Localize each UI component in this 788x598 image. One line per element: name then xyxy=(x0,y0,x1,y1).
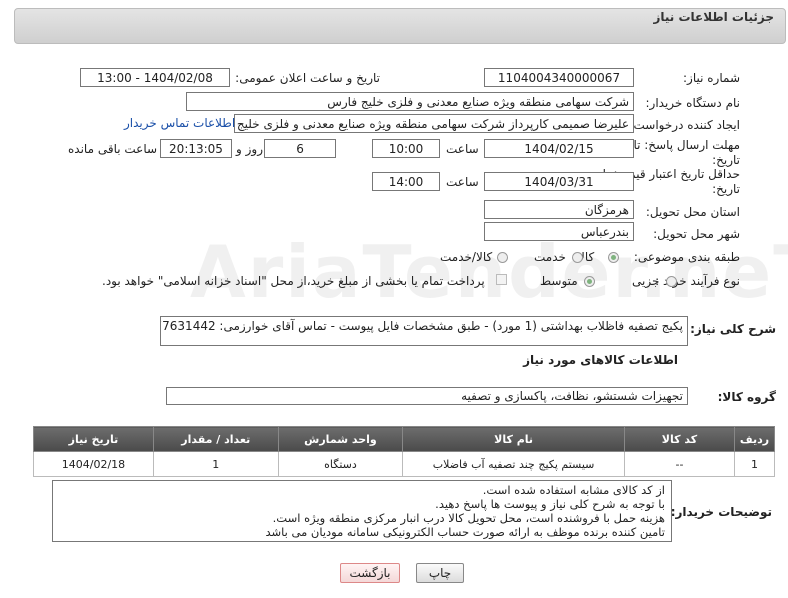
col-date: تاریخ نیاز xyxy=(33,426,154,452)
print-button[interactable]: چاپ xyxy=(416,563,464,583)
category-radio-both[interactable] xyxy=(497,252,508,263)
category-radio-service[interactable] xyxy=(572,252,583,263)
requester-label: ایجاد کننده درخواست: xyxy=(629,118,740,132)
deadline-time-label: ساعت xyxy=(446,142,479,156)
col-qty: تعداد / مقدار xyxy=(152,426,279,452)
announce-label: تاریخ و ساعت اعلان عمومی: xyxy=(235,71,380,85)
col-code: کد کالا xyxy=(623,426,736,452)
buyer-notes-label: توضیحات خریدار: xyxy=(670,505,772,519)
goods-table: ردیف کد کالا نام کالا واحد شمارش تعداد /… xyxy=(33,426,775,477)
process-option-medium: متوسط xyxy=(540,274,578,288)
need-number-label: شماره نیاز: xyxy=(683,71,740,85)
col-name: نام کالا xyxy=(402,426,625,452)
cell-qty: 1 xyxy=(152,451,279,477)
remaining-time-field: 20:13:05 xyxy=(160,139,232,158)
price-validity-time-label: ساعت xyxy=(446,175,479,189)
watermark-logo: AriaTender.neT xyxy=(190,230,788,314)
description-label: شرح کلی نیاز: xyxy=(690,322,776,336)
province-field: هرمزگان xyxy=(484,200,634,219)
description-field: پکیج تصفیه فاظلاب بهداشتی (1 مورد) - طبق… xyxy=(160,316,688,346)
cell-unit: دستگاه xyxy=(277,451,404,477)
remaining-label: ساعت باقی مانده xyxy=(68,142,158,156)
cell-row: 1 xyxy=(734,451,775,477)
back-button[interactable]: بازگشت xyxy=(340,563,400,583)
province-label: استان محل تحویل: xyxy=(645,205,740,219)
cell-date: 1404/02/18 xyxy=(33,451,154,477)
need-number-field: 1104004340000067 xyxy=(484,68,634,87)
process-radio-medium[interactable] xyxy=(584,276,595,287)
process-option-minor: جزیی xyxy=(632,274,660,288)
table-header-row: ردیف کد کالا نام کالا واحد شمارش تعداد /… xyxy=(33,426,775,452)
category-label: طبقه بندی موضوعی: xyxy=(633,250,740,264)
city-label: شهر محل تحویل: xyxy=(653,227,740,241)
payment-note: پرداخت تمام یا بخشی از مبلغ خرید،از محل … xyxy=(102,274,485,288)
buyer-note-line: تامین کننده برنده موظف به ارائه صورت حسا… xyxy=(265,525,665,539)
cell-code: -- xyxy=(623,451,736,477)
col-row: ردیف xyxy=(734,426,775,452)
goods-group-label: گروه کالا: xyxy=(717,390,776,404)
requester-field: علیرضا صمیمی کارپرداز شرکت سهامی منطقه و… xyxy=(234,114,634,133)
table-row: 1 -- سیستم پکیج چند تصفیه آب فاضلاب دستگ… xyxy=(33,451,775,477)
price-validity-time-field: 14:00 xyxy=(372,172,440,191)
category-option-service: خدمت xyxy=(534,250,566,264)
price-validity-date-field: 1404/03/31 xyxy=(484,172,634,191)
treasury-checkbox[interactable] xyxy=(496,274,507,285)
page-title: جزئیات اطلاعات نیاز xyxy=(653,10,774,24)
category-radio-goods[interactable] xyxy=(608,252,619,263)
buyer-note-line: هزینه حمل با فروشنده است، محل تحویل کالا… xyxy=(272,511,665,525)
goods-section-title: اطلاعات کالاهای مورد نیاز xyxy=(523,353,678,367)
days-field: 6 xyxy=(264,139,336,158)
buyer-org-label: نام دستگاه خریدار: xyxy=(645,96,741,110)
buyer-notes-field: از کد کالای مشابه استفاده شده است. با تو… xyxy=(52,480,672,542)
buyer-note-line: از کد کالای مشابه استفاده شده است. xyxy=(482,483,665,497)
deadline-date-field: 1404/02/15 xyxy=(484,139,634,158)
cell-name: سیستم پکیج چند تصفیه آب فاضلاب xyxy=(402,451,625,477)
city-field: بندرعباس xyxy=(484,222,634,241)
col-unit: واحد شمارش xyxy=(277,426,404,452)
buyer-note-line: با توجه به شرح کلی نیاز و پیوست ها پاسخ … xyxy=(435,497,665,511)
buyer-contact-link[interactable]: اطلاعات تماس خریدار xyxy=(124,116,235,130)
category-option-both: کالا/خدمت xyxy=(440,250,493,264)
days-label: روز و xyxy=(236,142,263,156)
announce-field: 1404/02/08 - 13:00 xyxy=(80,68,230,87)
buyer-org-field: شرکت سهامی منطقه ویژه صنایع معدنی و فلزی… xyxy=(186,92,634,111)
process-radio-minor[interactable] xyxy=(666,276,677,287)
goods-group-field: تجهیزات شستشو، نظافت، پاکسازی و تصفیه xyxy=(166,387,688,405)
deadline-time-field: 10:00 xyxy=(372,139,440,158)
deadline-label: مهلت ارسال پاسخ: تا تاریخ: xyxy=(633,138,740,167)
